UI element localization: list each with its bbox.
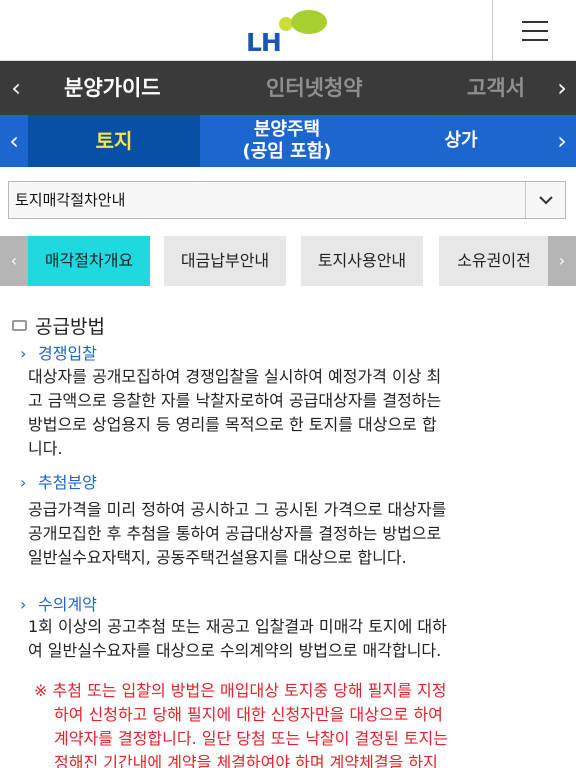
sub-tabs: ‹ 매각절차개요 대금납부안내 토지사용안내 소유권이전 ›	[0, 236, 576, 286]
secondary-nav: ‹ 토지 분양주택 (공임 포함) 상가 ›	[0, 115, 576, 167]
subheading-text: 추첨분양	[38, 473, 97, 492]
subheading-text: 수의계약	[38, 595, 97, 614]
tab-commercial-label: 상가	[444, 130, 478, 151]
subtab-payment-guide[interactable]: 대금납부안내	[164, 236, 286, 286]
lh-logo[interactable]: LH	[246, 8, 330, 57]
page-select-dropdown[interactable]: 토지매각절차안내	[8, 181, 566, 219]
logo-text: LH	[246, 28, 282, 57]
subtabs-next-button[interactable]: ›	[548, 236, 576, 286]
subtab-ownership-transfer[interactable]: 소유권이전	[439, 236, 549, 286]
tab-land-label: 토지	[95, 129, 133, 153]
chevron-left-icon: ‹	[9, 127, 19, 155]
subtabs-prev-button[interactable]: ‹	[0, 236, 28, 286]
paragraph-line: 여 일반실수요자를 대상으로 수의계약의 방법으로 매각합니다.	[28, 641, 442, 660]
chevron-down-icon[interactable]	[525, 182, 565, 218]
secondary-nav-next-button[interactable]: ›	[548, 115, 576, 167]
chevron-left-icon: ‹	[10, 251, 18, 270]
chevron-right-icon: ›	[557, 127, 567, 155]
tab-housing-label-line1: 분양주택	[253, 119, 321, 140]
nav-item-sales-guide[interactable]: 분양가이드	[64, 61, 161, 115]
chevron-right-icon: ›	[558, 251, 566, 270]
subheading-lottery-sale: › 추첨분양	[20, 469, 97, 493]
paragraph-line: 공급가격을 미리 정하여 공시하고 그 공시된 가격으로 대상자를	[28, 500, 447, 519]
section-title-text: 공급방법	[35, 316, 105, 338]
app-header: LH	[0, 0, 576, 61]
primary-nav-next-button[interactable]: ›	[548, 61, 576, 115]
subheading-private-contract: › 수의계약	[20, 591, 97, 615]
paragraph-line: 고 금액으로 응찰한 자를 낙찰자로하여 공급대상자를 결정하는	[28, 391, 442, 410]
hamburger-icon	[521, 20, 548, 41]
select-value: 토지매각절차안내	[15, 191, 126, 209]
square-bullet-icon	[12, 320, 27, 331]
tab-housing[interactable]: 분양주택 (공임 포함)	[200, 115, 374, 167]
notice-text: ※ 추첨 또는 입찰의 방법은 매입대상 토지중 당해 필지를 지정 하여 신청…	[34, 679, 560, 768]
paragraph-line: 대상자를 공개모집하여 경쟁입찰을 실시하여 예정가격 이상 최	[28, 367, 442, 386]
tab-housing-label-line2: (공임 포함)	[242, 141, 332, 162]
notice-line: 계약자를 결정합니다. 일단 당첨 또는 낙찰이 결정된 토지는	[54, 729, 448, 748]
paragraph-line: 공개모집한 후 추첨을 통하여 공급대상자를 결정하는 방법으로	[28, 524, 442, 543]
paragraph-line: 1회 이상의 공고추첨 또는 재공고 입찰결과 미매각 토지에 대하	[28, 617, 447, 636]
secondary-nav-prev-button[interactable]: ‹	[0, 115, 28, 167]
paragraph-line: 방법으로 상업용지 등 영리를 목적으로 한 토지를 대상으로 합	[28, 415, 437, 434]
notice-line: 하여 신청하고 당해 필지에 대한 신청자만을 대상으로 하여	[54, 705, 443, 724]
hamburger-menu-button[interactable]	[492, 0, 576, 61]
chevron-left-icon: ‹	[11, 74, 21, 102]
paragraph-line: 일반실수요자택지, 공동주택건설용지를 대상으로 합니다.	[28, 548, 407, 567]
chevron-right-small-icon: ›	[20, 344, 27, 363]
subheading-competitive-bid: › 경쟁입찰	[20, 340, 97, 364]
primary-nav-prev-button[interactable]: ‹	[2, 61, 30, 115]
notice-line: 정해진 기간내에 계약을 체결하여야 하며 계약체결을 하지	[54, 753, 438, 768]
tab-commercial[interactable]: 상가	[374, 115, 548, 167]
nav-item-customer-service[interactable]: 고객서	[467, 61, 525, 115]
subheading-text: 경쟁입찰	[38, 344, 97, 363]
subtab-land-use-guide[interactable]: 토지사용안내	[301, 236, 423, 286]
chevron-right-icon: ›	[557, 74, 567, 102]
chevron-right-small-icon: ›	[20, 473, 27, 492]
nav-item-online-subscription[interactable]: 인터넷청약	[266, 61, 363, 115]
paragraph-competitive-bid: 대상자를 공개모집하여 경쟁입찰을 실시하여 예정가격 이상 최 고 금액으로 …	[28, 365, 558, 461]
tab-land[interactable]: 토지	[28, 115, 200, 167]
chevron-right-small-icon: ›	[20, 595, 27, 614]
paragraph-line: 니다.	[28, 439, 63, 458]
paragraph-private-contract: 1회 이상의 공고추첨 또는 재공고 입찰결과 미매각 토지에 대하 여 일반실…	[28, 615, 558, 663]
section-title: 공급방법	[12, 312, 105, 339]
subtab-sale-procedure[interactable]: 매각절차개요	[28, 236, 150, 286]
paragraph-lottery-sale: 공급가격을 미리 정하여 공시하고 그 공시된 가격으로 대상자를 공개모집한 …	[28, 498, 558, 570]
primary-nav: ‹ 분양가이드 인터넷청약 고객서 ›	[0, 61, 576, 115]
notice-line: ※ 추첨 또는 입찰의 방법은 매입대상 토지중 당해 필지를 지정	[34, 681, 447, 700]
